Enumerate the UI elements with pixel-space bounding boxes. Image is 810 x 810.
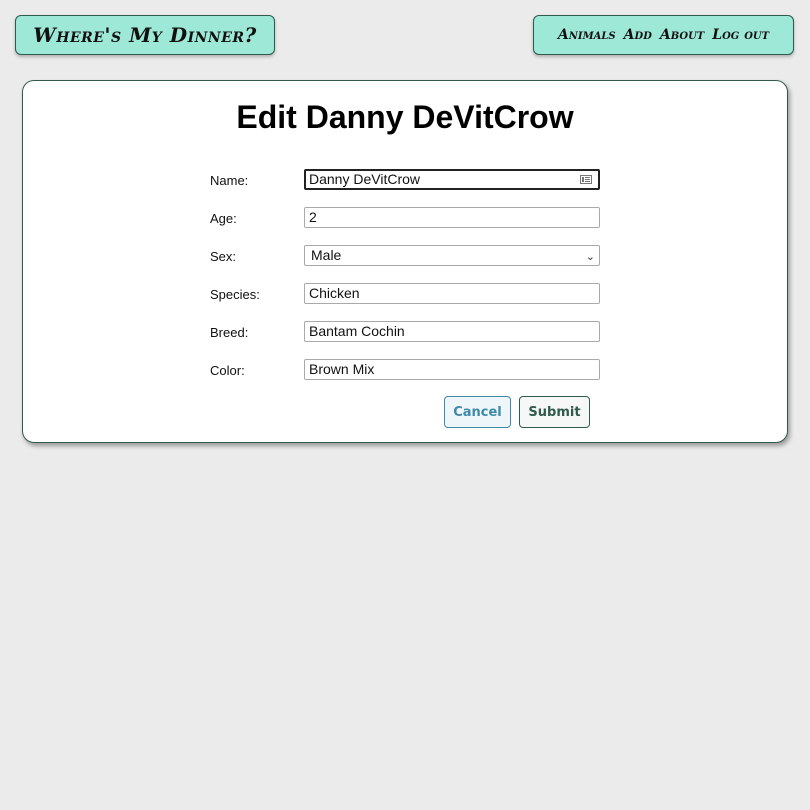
species-label: Species: [210,287,260,302]
name-input-value: Danny DeVitCrow [309,171,421,187]
sex-select[interactable]: Male ⌄ [304,245,600,266]
brand-logo[interactable]: Where's My Dinner? [15,15,275,55]
name-input[interactable]: Danny DeVitCrow [304,169,600,190]
nav-link-animals[interactable]: Animals [558,27,616,43]
sex-label: Sex: [210,249,237,264]
species-row: Species: Chicken [210,283,602,305]
color-label: Color: [210,363,245,378]
chevron-down-icon: ⌄ [585,251,595,263]
breed-input[interactable]: Bantam Cochin [304,321,600,342]
species-input-value: Chicken [309,285,360,301]
contact-card-icon[interactable] [580,175,592,184]
breed-label: Breed: [210,325,249,340]
sex-select-value: Male [311,247,342,263]
submit-button[interactable]: Submit [519,396,590,428]
brand-title: Where's My Dinner? [33,23,257,47]
name-label: Name: [210,173,249,188]
cancel-button[interactable]: Cancel [444,396,511,428]
edit-form-card: Edit Danny DeVitCrow Name: Danny DeVitCr… [22,80,788,443]
nav-bar: Animals Add About Log out [533,15,794,55]
color-input-value: Brown Mix [309,361,375,377]
breed-row: Breed: Bantam Cochin [210,321,602,343]
color-input[interactable]: Brown Mix [304,359,600,380]
nav-link-about[interactable]: About [660,27,704,43]
color-row: Color: Brown Mix [210,359,602,381]
sex-row: Sex: Male ⌄ [210,245,602,267]
age-input-value: 2 [309,209,317,225]
age-label: Age: [210,211,237,226]
nav-link-logout[interactable]: Log out [712,27,769,43]
species-input[interactable]: Chicken [304,283,600,304]
age-input[interactable]: 2 [304,207,600,228]
age-row: Age: 2 [210,207,602,229]
breed-input-value: Bantam Cochin [309,323,405,339]
nav-link-add[interactable]: Add [624,27,652,43]
name-row: Name: Danny DeVitCrow [210,169,602,191]
page-title: Edit Danny DeVitCrow [236,99,574,135]
